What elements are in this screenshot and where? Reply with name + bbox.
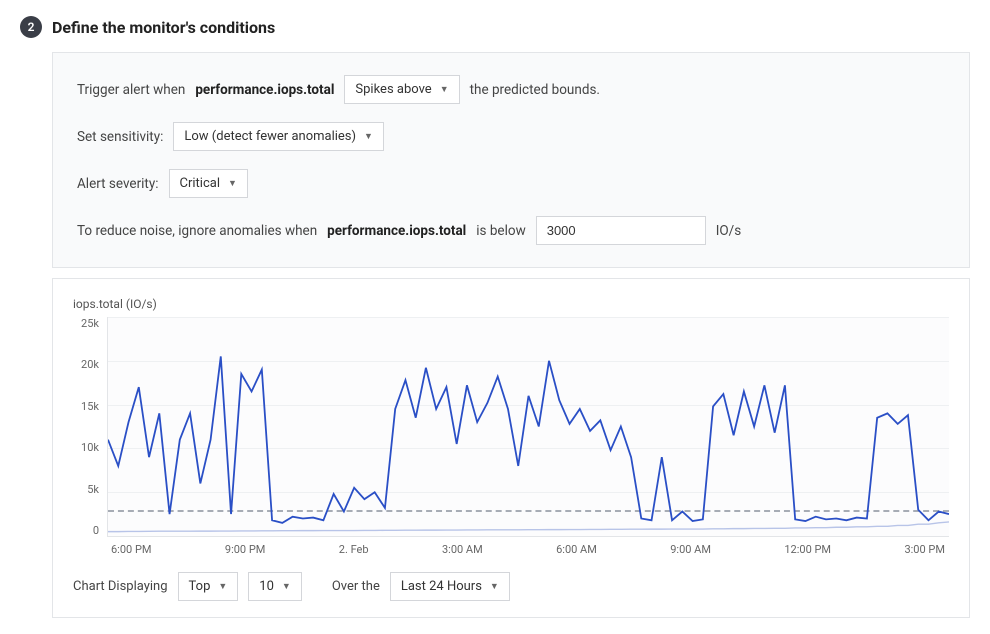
chevron-down-icon: ▼ — [490, 581, 499, 592]
y-tick: 5k — [87, 483, 99, 496]
trigger-suffix: the predicted bounds. — [470, 82, 600, 98]
sensitivity-row: Set sensitivity: Low (detect fewer anoma… — [77, 122, 945, 151]
chart-range-value: Last 24 Hours — [401, 579, 482, 594]
chart-over-label: Over the — [332, 579, 380, 594]
noise-metric: performance.iops.total — [327, 223, 466, 239]
severity-row: Alert severity: Critical ▼ — [77, 169, 945, 198]
severity-select[interactable]: Critical ▼ — [169, 169, 248, 198]
y-tick: 20k — [81, 358, 99, 371]
x-tick: 3:00 PM — [904, 543, 944, 556]
chevron-down-icon: ▼ — [282, 581, 291, 592]
chevron-down-icon: ▼ — [218, 581, 227, 592]
y-axis: 25k 20k 15k 10k 5k 0 — [73, 317, 107, 537]
chart-title: iops.total (IO/s) — [73, 297, 949, 311]
section-header: 2 Define the monitor's conditions — [20, 16, 970, 38]
trigger-metric: performance.iops.total — [195, 82, 334, 98]
section-title: Define the monitor's conditions — [52, 18, 275, 37]
y-tick: 10k — [81, 441, 99, 454]
y-tick: 15k — [81, 400, 99, 413]
x-tick: 9:00 PM — [225, 543, 265, 556]
chart-svg — [108, 317, 949, 536]
chevron-down-icon: ▼ — [228, 178, 237, 189]
x-tick: 9:00 AM — [670, 543, 711, 556]
noise-row: To reduce noise, ignore anomalies when p… — [77, 216, 945, 245]
trigger-condition-value: Spikes above — [355, 82, 431, 97]
chart-range-select[interactable]: Last 24 Hours ▼ — [390, 572, 510, 601]
chart-top-value: Top — [189, 579, 211, 594]
x-tick: 6:00 AM — [556, 543, 597, 556]
noise-prefix: To reduce noise, ignore anomalies when — [77, 223, 317, 239]
sensitivity-label: Set sensitivity: — [77, 129, 163, 145]
chart-count-value: 10 — [259, 579, 274, 594]
chart-panel: iops.total (IO/s) 25k 20k 15k 10k 5k 0 6… — [52, 278, 970, 618]
severity-value: Critical — [180, 176, 220, 191]
chart-controls-row: Chart Displaying Top ▼ 10 ▼ Over the Las… — [73, 572, 949, 601]
chevron-down-icon: ▼ — [440, 84, 449, 95]
severity-label: Alert severity: — [77, 176, 159, 192]
chart-top-select[interactable]: Top ▼ — [178, 572, 239, 601]
chart-plot — [107, 317, 949, 537]
trigger-condition-select[interactable]: Spikes above ▼ — [344, 75, 459, 104]
x-tick: 2. Feb — [339, 543, 369, 556]
trigger-row: Trigger alert when performance.iops.tota… — [77, 75, 945, 104]
conditions-panel: Trigger alert when performance.iops.tota… — [52, 52, 970, 268]
noise-unit: IO/s — [716, 223, 742, 239]
y-tick: 25k — [81, 317, 99, 330]
chevron-down-icon: ▼ — [364, 131, 373, 142]
x-tick: 3:00 AM — [442, 543, 483, 556]
chart-area: 25k 20k 15k 10k 5k 0 — [73, 317, 949, 537]
sensitivity-value: Low (detect fewer anomalies) — [184, 129, 356, 144]
x-tick: 6:00 PM — [111, 543, 151, 556]
chart-display-label: Chart Displaying — [73, 579, 168, 594]
x-tick: 12:00 PM — [784, 543, 831, 556]
noise-mid: is below — [476, 223, 525, 239]
chart-count-select[interactable]: 10 ▼ — [248, 572, 302, 601]
trigger-prefix: Trigger alert when — [77, 82, 185, 98]
noise-threshold-input[interactable] — [536, 216, 706, 245]
step-badge: 2 — [20, 16, 42, 38]
x-axis: 6:00 PM 9:00 PM 2. Feb 3:00 AM 6:00 AM 9… — [107, 543, 949, 556]
y-tick: 0 — [93, 524, 99, 537]
sensitivity-select[interactable]: Low (detect fewer anomalies) ▼ — [173, 122, 384, 151]
